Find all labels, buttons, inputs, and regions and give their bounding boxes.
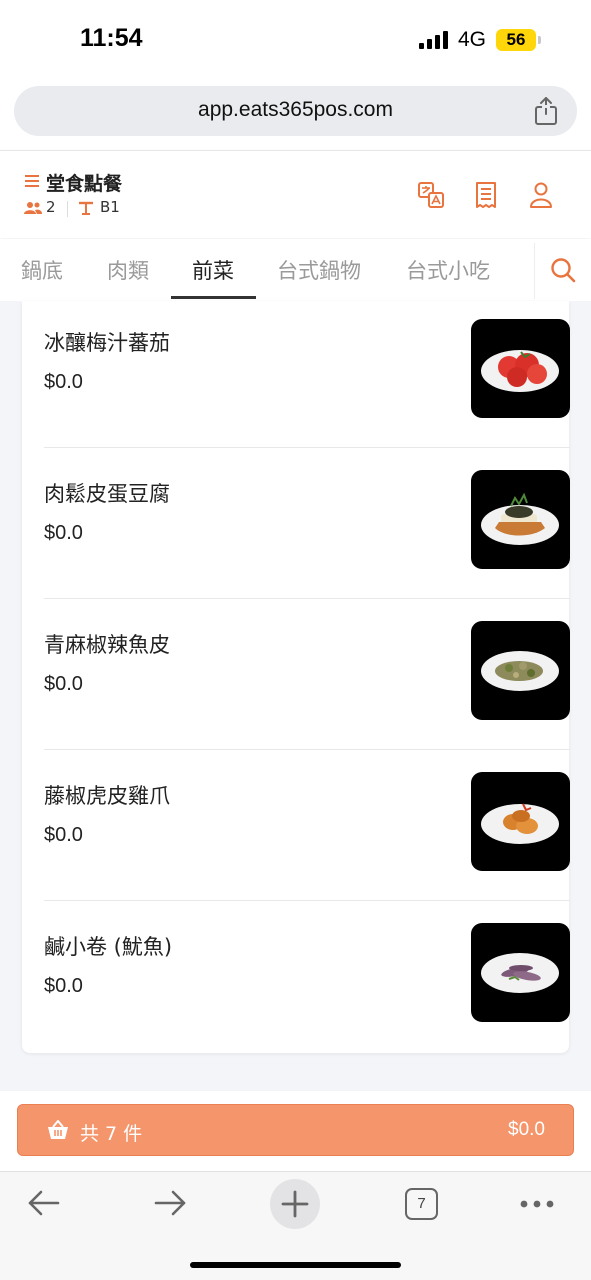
menu-item-photo[interactable]	[471, 470, 570, 569]
menu-item-price: $0.0	[44, 824, 83, 846]
menu-list: 冰釀梅汁蕃茄 $0.0 肉鬆皮蛋豆腐 $0.0 青麻椒辣魚皮 $0.0 藤椒虎皮…	[22, 301, 570, 1056]
item-divider	[44, 447, 570, 448]
item-divider	[44, 598, 570, 599]
menu-item-price: $0.0	[44, 522, 83, 544]
menu-item-name: 青麻椒辣魚皮	[44, 633, 170, 657]
menu-item-price: $0.0	[44, 371, 83, 393]
network-type: 4G	[458, 28, 487, 51]
table-number: B1	[100, 198, 120, 216]
home-indicator	[190, 1262, 401, 1268]
menu-item-name: 冰釀梅汁蕃茄	[44, 331, 170, 355]
item-divider	[44, 749, 570, 750]
menu-item-photo[interactable]	[471, 772, 570, 871]
user-icon[interactable]	[527, 181, 555, 209]
menu-item-price: $0.0	[44, 975, 83, 997]
battery-icon: 56	[496, 29, 536, 51]
page-title: 堂食點餐	[46, 173, 123, 195]
more-icon[interactable]	[520, 1199, 554, 1209]
people-icon	[24, 202, 42, 214]
guest-count: 2	[46, 198, 56, 216]
cart-item-count: 共 7 件	[80, 1123, 143, 1145]
menu-item-name: 鹹小卷 (魷魚)	[44, 935, 173, 959]
header-separator	[67, 201, 68, 217]
status-bar: 11:54 4G 56	[0, 0, 591, 80]
receipt-icon[interactable]	[472, 181, 500, 209]
search-icon[interactable]	[550, 257, 576, 283]
tabs-count-button[interactable]: 7	[405, 1188, 438, 1220]
menu-item-photo[interactable]	[471, 621, 570, 720]
new-tab-button[interactable]	[270, 1179, 320, 1229]
menu-item[interactable]: 冰釀梅汁蕃茄 $0.0	[44, 301, 570, 452]
cart-bar[interactable]: 共 7 件 $0.0	[17, 1104, 574, 1156]
tab-appetizers[interactable]: 前菜	[192, 255, 234, 285]
plus-icon	[281, 1190, 309, 1218]
menu-icon[interactable]	[24, 173, 40, 189]
signal-icon	[419, 31, 449, 49]
menu-item-price: $0.0	[44, 673, 83, 695]
item-divider	[44, 900, 570, 901]
tab-taiwanese-snacks[interactable]: 台式小吃	[406, 255, 490, 285]
menu-item[interactable]: 藤椒虎皮雞爪 $0.0	[44, 754, 570, 905]
category-tabs: 鍋底 肉類 前菜 台式鍋物 台式小吃	[0, 239, 591, 301]
menu-item-name: 肉鬆皮蛋豆腐	[44, 482, 170, 506]
table-icon	[79, 201, 93, 215]
tabs-divider	[534, 243, 535, 299]
app-header: 堂食點餐 2 B1	[0, 150, 591, 238]
url-text[interactable]: app.eats365pos.com	[14, 98, 577, 122]
forward-arrow-icon[interactable]	[152, 1188, 188, 1218]
battery-tip	[538, 36, 541, 44]
tab-hotpot-base[interactable]: 鍋底	[21, 255, 63, 285]
active-tab-indicator	[171, 296, 256, 299]
cart-total: $0.0	[508, 1119, 545, 1140]
menu-item-name: 藤椒虎皮雞爪	[44, 784, 170, 808]
status-time: 11:54	[80, 24, 143, 52]
translate-icon[interactable]	[417, 181, 445, 209]
share-icon[interactable]	[532, 96, 560, 126]
menu-item[interactable]: 青麻椒辣魚皮 $0.0	[44, 603, 570, 754]
address-bar[interactable]: app.eats365pos.com	[14, 86, 577, 136]
basket-icon	[48, 1120, 68, 1139]
tab-taiwanese-hotpot[interactable]: 台式鍋物	[277, 255, 361, 285]
menu-item[interactable]: 肉鬆皮蛋豆腐 $0.0	[44, 452, 570, 603]
tab-meat[interactable]: 肉類	[107, 255, 149, 285]
menu-item[interactable]: 鹹小卷 (魷魚) $0.0	[44, 905, 570, 1056]
back-arrow-icon[interactable]	[26, 1188, 62, 1218]
menu-item-photo[interactable]	[471, 923, 570, 1022]
menu-item-photo[interactable]	[471, 319, 570, 418]
